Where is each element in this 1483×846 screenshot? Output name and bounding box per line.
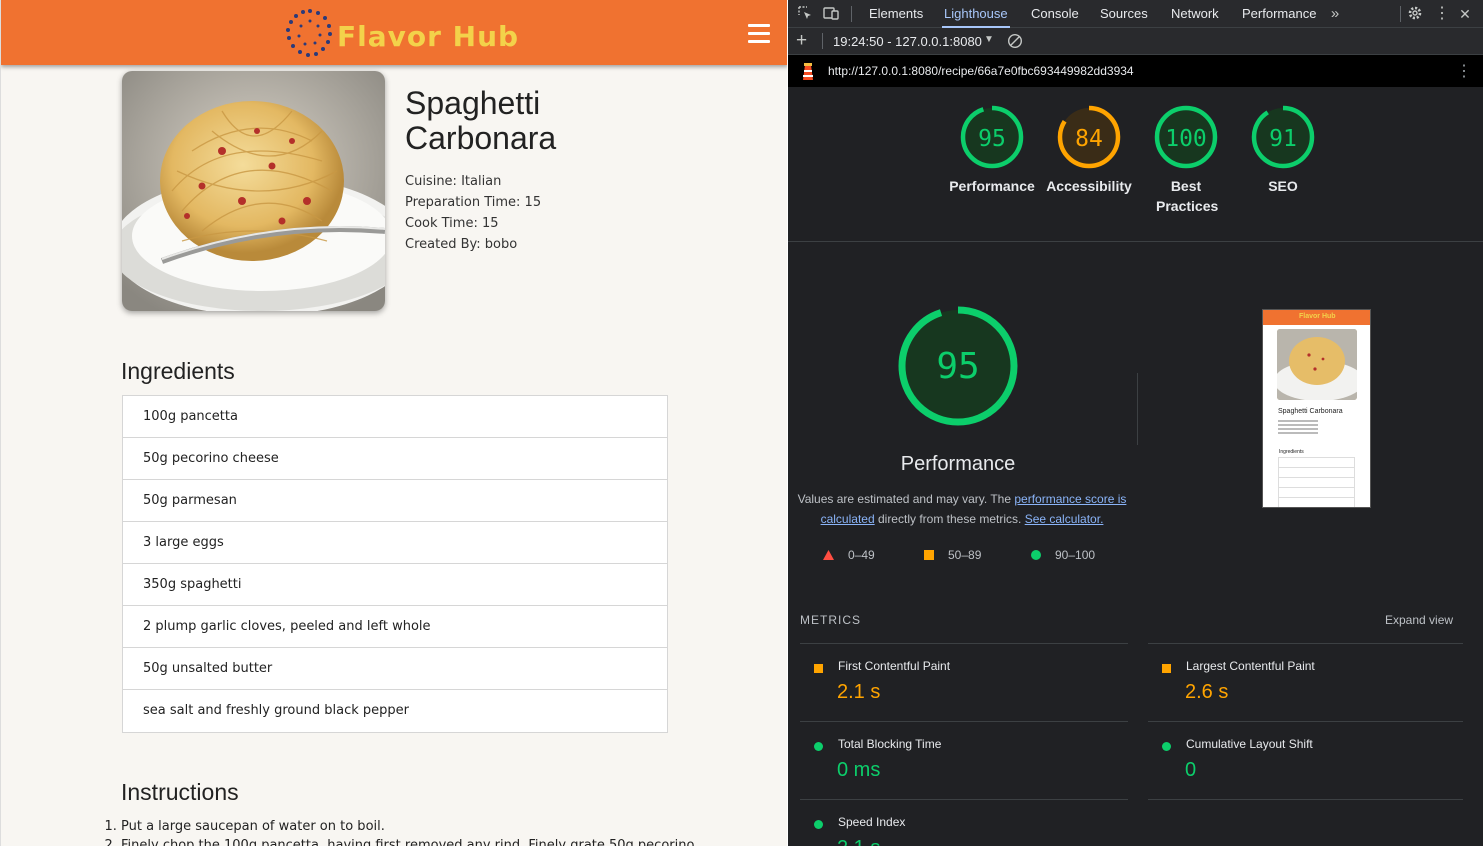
svg-text:95: 95 bbox=[978, 126, 1006, 152]
close-icon[interactable]: ✕ bbox=[1456, 5, 1474, 23]
lighthouse-logo-icon bbox=[800, 61, 816, 84]
tab-console[interactable]: Console bbox=[1029, 0, 1081, 28]
gauge-label: Best Practices bbox=[1156, 178, 1219, 214]
ingredient-item: 50g unsalted butter bbox=[123, 648, 667, 690]
svg-text:95: 95 bbox=[936, 346, 979, 387]
pass-circle-icon bbox=[1031, 550, 1041, 560]
recipe-image bbox=[122, 71, 385, 311]
prep-time-text: Preparation Time: 15 bbox=[405, 195, 542, 210]
metric-value: 0 ms bbox=[837, 759, 881, 781]
metric-total-blocking-time: Total Blocking Time 0 ms bbox=[800, 721, 1128, 799]
tab-elements[interactable]: Elements bbox=[867, 0, 925, 28]
inspect-element-icon[interactable] bbox=[796, 5, 814, 23]
metric-speed-index: Speed Index 2.1 s bbox=[800, 799, 1128, 846]
report-url-bar: http://127.0.0.1:8080/recipe/66a7e0fbc69… bbox=[788, 55, 1483, 87]
tab-sources[interactable]: Sources bbox=[1098, 0, 1150, 28]
pass-circle-icon bbox=[814, 820, 823, 829]
gauge-label: Performance bbox=[949, 178, 1035, 194]
metric-name: Total Blocking Time bbox=[838, 737, 942, 751]
tab-performance[interactable]: Performance bbox=[1240, 0, 1318, 28]
more-options-icon[interactable]: ⋮ bbox=[1433, 5, 1451, 23]
ingredients-list: 100g pancetta 50g pecorino cheese 50g pa… bbox=[122, 395, 668, 733]
ingredient-item: 100g pancetta bbox=[123, 396, 667, 438]
tab-lighthouse[interactable]: Lighthouse bbox=[942, 0, 1010, 28]
fail-triangle-icon bbox=[823, 550, 834, 560]
dropdown-arrow-icon[interactable]: ▼ bbox=[984, 34, 994, 45]
average-square-icon bbox=[924, 550, 934, 560]
devtools-tabbar: Elements Lighthouse Console Sources Netw… bbox=[788, 0, 1483, 28]
ingredient-item: 3 large eggs bbox=[123, 522, 667, 564]
instructions-list: Put a large saucepan of water on to boil… bbox=[107, 817, 694, 846]
average-square-icon bbox=[814, 664, 823, 673]
devtools-panel: Elements Lighthouse Console Sources Netw… bbox=[788, 0, 1483, 846]
recipe-meta: Cuisine: Italian Preparation Time: 15 Co… bbox=[405, 171, 541, 255]
more-tabs-icon[interactable]: » bbox=[1326, 5, 1344, 23]
performance-score-gauge: 95 bbox=[898, 306, 1018, 426]
pass-circle-icon bbox=[1162, 742, 1171, 751]
score-note: Values are estimated and may vary. The p… bbox=[797, 492, 1127, 526]
ingredient-item: 50g parmesan bbox=[123, 480, 667, 522]
metric-cumulative-layout-shift: Cumulative Layout Shift 0 bbox=[1148, 721, 1463, 799]
add-report-icon[interactable]: + bbox=[796, 31, 807, 51]
legend-range: 0–49 bbox=[848, 548, 875, 562]
pass-circle-icon bbox=[814, 742, 823, 751]
instructions-heading: Instructions bbox=[121, 779, 239, 805]
metric-name: Largest Contentful Paint bbox=[1186, 659, 1315, 673]
ingredient-item: 350g spaghetti bbox=[123, 564, 667, 606]
gauge-seo[interactable]: 91 SEO bbox=[1237, 105, 1329, 196]
metric-name: First Contentful Paint bbox=[838, 659, 951, 673]
cuisine-text: Cuisine: Italian bbox=[405, 174, 502, 189]
clear-icon[interactable] bbox=[1007, 33, 1023, 52]
report-menu-icon[interactable]: ⋮ bbox=[1456, 61, 1472, 81]
svg-text:84: 84 bbox=[1075, 126, 1103, 152]
device-toolbar-icon[interactable] bbox=[822, 5, 840, 23]
metric-value: 2.6 s bbox=[1185, 681, 1229, 703]
metrics-heading: METRICS bbox=[800, 613, 861, 627]
metric-name: Cumulative Layout Shift bbox=[1186, 737, 1313, 751]
settings-gear-icon[interactable] bbox=[1406, 5, 1424, 23]
menu-icon[interactable] bbox=[748, 24, 770, 43]
instruction-step: Put a large saucepan of water on to boil… bbox=[121, 817, 667, 836]
legend-range: 50–89 bbox=[948, 548, 982, 562]
tab-network[interactable]: Network bbox=[1169, 0, 1221, 28]
ingredient-item: sea salt and freshly ground black pepper bbox=[143, 703, 409, 718]
recipe-title: Spaghetti Carbonara bbox=[405, 85, 557, 156]
logo-icon bbox=[286, 9, 332, 57]
see-calculator-link[interactable]: See calculator. bbox=[1025, 512, 1104, 526]
brand-name[interactable]: Flavor Hub bbox=[337, 20, 519, 53]
gauge-label: SEO bbox=[1268, 178, 1298, 194]
report-selector[interactable]: 19:24:50 - 127.0.0.1:8080 bbox=[833, 34, 982, 49]
score-gauges: 95 Performance 84 Accessibility 100 Best… bbox=[788, 87, 1483, 242]
gauge-performance[interactable]: 95 Performance bbox=[946, 105, 1038, 196]
page-screenshot-thumbnail[interactable]: Flavor Hub Spaghetti Carbonara Ingredien… bbox=[1262, 309, 1371, 508]
metric-value: 2.1 s bbox=[837, 681, 881, 703]
metric-name: Speed Index bbox=[838, 815, 906, 829]
created-by-text: Created By: bobo bbox=[405, 237, 518, 252]
ingredients-heading: Ingredients bbox=[121, 358, 235, 384]
gauge-accessibility[interactable]: 84 Accessibility bbox=[1043, 105, 1135, 196]
expand-view-toggle[interactable]: Expand view bbox=[1385, 613, 1453, 627]
ingredient-item: 50g pecorino cheese bbox=[123, 438, 667, 480]
metric-largest-contentful-paint: Largest Contentful Paint 2.6 s bbox=[1148, 643, 1463, 721]
legend-range: 90–100 bbox=[1055, 548, 1096, 562]
site-header: Flavor Hub bbox=[1, 0, 787, 65]
metric-first-contentful-paint: First Contentful Paint 2.1 s bbox=[800, 643, 1128, 721]
metric-value: 0 bbox=[1185, 759, 1197, 781]
gauge-best-practices[interactable]: 100 Best Practices bbox=[1140, 105, 1232, 216]
ingredient-item: 2 plump garlic cloves, peeled and left w… bbox=[123, 606, 667, 648]
report-url[interactable]: http://127.0.0.1:8080/recipe/66a7e0fbc69… bbox=[828, 64, 1134, 78]
average-square-icon bbox=[1162, 664, 1171, 673]
svg-text:91: 91 bbox=[1269, 126, 1297, 152]
recipe-page: Flavor Hub Spaghetti Carbonara Cuisine: … bbox=[0, 0, 787, 846]
performance-title: Performance bbox=[900, 453, 1016, 475]
gauge-label: Accessibility bbox=[1046, 178, 1132, 194]
metric-value: 2.1 s bbox=[837, 837, 880, 846]
svg-text:100: 100 bbox=[1165, 126, 1207, 152]
instruction-step: Finely chop the 100g pancetta, having fi… bbox=[121, 836, 694, 846]
lighthouse-toolbar: + 19:24:50 - 127.0.0.1:8080 ▼ bbox=[788, 28, 1483, 55]
cook-time-text: Cook Time: 15 bbox=[405, 216, 499, 231]
